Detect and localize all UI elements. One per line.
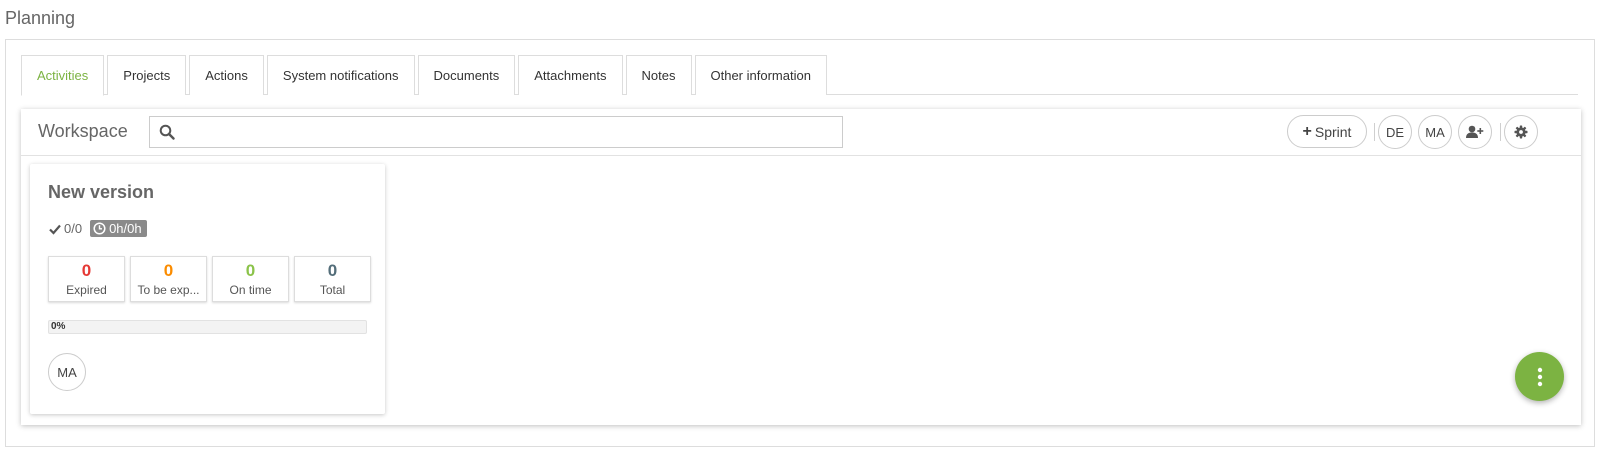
tab-bar: Activities Projects Actions System notif… [21, 55, 1578, 96]
stat-to-be-expired-label: To be exp... [137, 283, 200, 297]
stat-total[interactable]: 0 Total [294, 256, 371, 302]
stat-expired-value: 0 [81, 261, 92, 280]
page-title: Planning [5, 8, 76, 28]
assignee-avatar[interactable]: MA [48, 353, 86, 391]
stat-total-label: Total [319, 283, 346, 297]
stat-expired-label: Expired [66, 283, 107, 297]
tab-attachments[interactable]: Attachments [518, 55, 623, 95]
workspace-title: Workspace [38, 121, 128, 141]
stat-expired[interactable]: 0 Expired [48, 256, 125, 302]
more-actions-button[interactable] [1515, 352, 1564, 401]
stat-to-be-expired[interactable]: 0 To be exp... [130, 256, 207, 302]
tab-other-information[interactable]: Other information [694, 55, 827, 95]
clock-icon [93, 222, 106, 235]
divider [1374, 123, 1375, 141]
member-avatar-ma[interactable]: MA [1418, 115, 1452, 149]
more-vertical-icon [1537, 367, 1542, 386]
member-avatar-de[interactable]: DE [1378, 115, 1412, 149]
workspace-panel: Workspace + Sprint DE MA New version 0/0… [21, 109, 1581, 425]
add-sprint-label: Sprint [1314, 123, 1352, 140]
sprint-title: New version [48, 182, 155, 202]
tab-activities[interactable]: Activities [21, 55, 105, 96]
plus-icon: + [1302, 122, 1312, 140]
stat-on-time-value: 0 [245, 261, 256, 280]
progress-bar: 0% [48, 320, 367, 334]
user-plus-icon [1466, 125, 1484, 138]
checklist-count: 0/0 [49, 221, 82, 236]
tab-documents[interactable]: Documents [417, 55, 516, 95]
search-box [149, 116, 843, 148]
settings-button[interactable] [1504, 115, 1538, 149]
tab-notes[interactable]: Notes [625, 55, 692, 95]
stats-row: 0 Expired 0 To be exp... 0 On time 0 Tot… [48, 256, 371, 302]
add-sprint-button[interactable]: + Sprint [1287, 115, 1367, 148]
progress-label: 0% [51, 321, 66, 332]
sprint-meta: 0/0 0h/0h [49, 220, 147, 237]
time-value: 0h/0h [109, 221, 142, 236]
add-member-button[interactable] [1458, 115, 1492, 149]
search-input[interactable] [182, 117, 832, 147]
divider [1500, 123, 1501, 141]
planning-panel: Activities Projects Actions System notif… [5, 39, 1595, 447]
search-icon [159, 124, 175, 140]
stat-total-value: 0 [327, 261, 338, 280]
stat-to-be-expired-value: 0 [163, 261, 174, 280]
tab-projects[interactable]: Projects [107, 55, 187, 95]
tab-actions[interactable]: Actions [189, 55, 264, 95]
tab-system-notifications[interactable]: System notifications [266, 55, 415, 95]
gear-icon [1514, 125, 1528, 139]
time-badge: 0h/0h [90, 220, 147, 237]
check-icon [49, 224, 61, 235]
stat-on-time-label: On time [229, 283, 272, 297]
stat-on-time[interactable]: 0 On time [212, 256, 289, 302]
workspace-header: Workspace + Sprint DE MA [21, 109, 1581, 156]
sprint-card[interactable]: New version 0/0 0h/0h 0 Expired 0 To be … [30, 164, 385, 414]
checklist-value: 0/0 [64, 221, 83, 236]
